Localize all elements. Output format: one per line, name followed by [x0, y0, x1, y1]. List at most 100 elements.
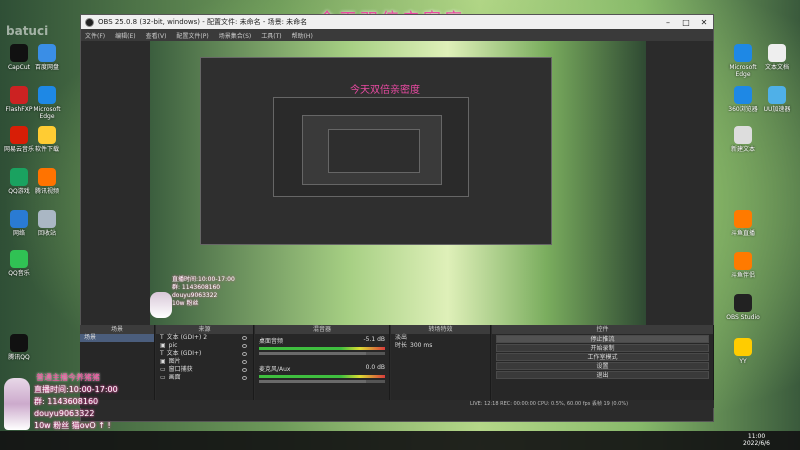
- desktop-icon-label: 回收站: [37, 230, 56, 237]
- desktop-icon-label: 网络: [12, 230, 25, 237]
- volume-slider[interactable]: [259, 352, 385, 355]
- image-source-icon: ▣: [160, 358, 166, 365]
- menu-view[interactable]: 查看(V): [146, 31, 167, 40]
- desktop-icon[interactable]: OBS Studio: [726, 294, 760, 321]
- desktop-icon-label: QQ音乐: [8, 270, 30, 277]
- desktop-icon-label: OBS Studio: [726, 314, 760, 321]
- settings-button[interactable]: 设置: [496, 362, 709, 370]
- menu-help[interactable]: 帮助(H): [292, 31, 313, 40]
- app-icon: [734, 294, 752, 312]
- taskbar: 11:00 2022/6/6: [0, 431, 800, 450]
- source-label: 文本 (GDI+): [166, 350, 202, 357]
- obs-window-title: OBS 25.0.8 (32-bit, windows) - 配置文件: 未命名…: [98, 18, 308, 26]
- track-db: 0.0 dB: [365, 364, 385, 371]
- desktop-icon-label: Microsoft Edge: [33, 106, 61, 120]
- desktop-icon[interactable]: 腾讯视频: [30, 168, 64, 195]
- stop-streaming-button[interactable]: 停止推流: [496, 335, 709, 343]
- overlay-line: 普通主播今养猪猪: [36, 373, 100, 382]
- mini-overlay-line: 直播时间:10:00-17:00: [172, 276, 235, 283]
- duration-label: 时长: [395, 342, 408, 349]
- source-item[interactable]: T 文本 (GDI+): [156, 350, 253, 358]
- desktop-icon-label: YY: [739, 358, 747, 365]
- desktop-icon[interactable]: Microsoft Edge: [726, 44, 760, 78]
- app-icon: [768, 86, 786, 104]
- desktop-icon-label: 新建文本: [730, 146, 755, 153]
- desktop-icon[interactable]: Microsoft Edge: [30, 86, 64, 120]
- app-icon: [734, 86, 752, 104]
- visibility-icon[interactable]: [242, 376, 247, 380]
- display-source-icon: ▭: [160, 374, 166, 381]
- desktop-icon[interactable]: 腾讯QQ: [2, 334, 36, 361]
- clock-time: 11:00: [747, 433, 766, 440]
- desktop-icon-label: 360浏览器: [728, 106, 758, 113]
- desktop-icon[interactable]: QQ音乐: [2, 250, 36, 277]
- source-label: 图片: [168, 358, 181, 365]
- source-item[interactable]: ▣ 图片: [156, 358, 253, 366]
- maximize-icon[interactable]: □: [677, 18, 695, 27]
- mini-anime-avatar: [150, 292, 172, 318]
- visibility-icon[interactable]: [242, 368, 247, 372]
- transition-duration[interactable]: 时长 300 ms: [391, 342, 490, 350]
- track-name: 桌面音频: [259, 338, 284, 345]
- watermark: batuci: [6, 24, 49, 38]
- window-source-icon: ▭: [160, 366, 166, 373]
- menu-profile[interactable]: 配置文件(P): [176, 31, 208, 40]
- app-icon: [734, 126, 752, 144]
- minimize-icon[interactable]: –: [659, 18, 677, 27]
- desktop-icon[interactable]: 回收站: [30, 210, 64, 237]
- app-icon: [10, 126, 28, 144]
- streamer-overlay: 普通主播今养猪猪 直播时间:10:00-17:00 群: 1143608160 …: [4, 372, 144, 432]
- menu-scene-collection[interactable]: 场景集合(S): [219, 31, 252, 40]
- studio-mode-button[interactable]: 工作室模式: [496, 353, 709, 361]
- mixer-dock: 混音器 桌面音频 -5.1 dB 麦克风/Aux 0.0 dB: [255, 325, 390, 400]
- desktop-icon[interactable]: 软件下载: [30, 126, 64, 153]
- exit-button[interactable]: 退出: [496, 371, 709, 379]
- mini-streamer-overlay: 直播时间:10:00-17:00 群: 1143608160 douyu9063…: [172, 276, 235, 308]
- scene-item[interactable]: 场景: [80, 334, 154, 342]
- desktop-icon[interactable]: 文本文档: [760, 44, 794, 71]
- menu-edit[interactable]: 编辑(E): [115, 31, 135, 40]
- visibility-icon[interactable]: [242, 352, 247, 356]
- menu-file[interactable]: 文件(F): [85, 31, 105, 40]
- visibility-icon[interactable]: [242, 360, 247, 364]
- desktop-icon-label: Microsoft Edge: [729, 64, 757, 78]
- obs-docks: 场景 场景 来源 T 文本 (GDI+) 2 ▣ pic T 文本 (GDI+) ▣ 图…: [80, 325, 714, 400]
- desktop-icon-label: FlashFXP: [5, 106, 33, 113]
- text-source-icon: T: [160, 334, 164, 341]
- app-icon: [734, 338, 752, 356]
- audio-meter: [259, 347, 385, 350]
- obs-statusbar: LIVE: 12:18 REC: 00:00:00 CPU: 0.5%, 60.…: [80, 400, 714, 408]
- visibility-icon[interactable]: [242, 344, 247, 348]
- overlay-line: douyu9063322: [34, 409, 95, 418]
- mixer-track-mic: 麦克风/Aux 0.0 dB: [259, 364, 385, 390]
- clock-date: 2022/6/6: [743, 440, 770, 447]
- mini-overlay-line: 群: 1143608160: [172, 284, 221, 291]
- obs-logo-icon: [85, 17, 94, 27]
- desktop-icon-label: 文本文档: [764, 64, 789, 71]
- visibility-icon[interactable]: [242, 336, 247, 340]
- desktop-icon[interactable]: 斗鱼伴侣: [726, 252, 760, 279]
- transition-select[interactable]: 淡出: [391, 334, 490, 342]
- app-icon: [38, 168, 56, 186]
- source-label: 文本 (GDI+) 2: [166, 334, 208, 341]
- source-item[interactable]: ▭ 画面: [156, 374, 253, 382]
- source-item[interactable]: T 文本 (GDI+) 2: [156, 334, 253, 342]
- desktop-icon[interactable]: UU加速器: [760, 86, 794, 113]
- menu-tools[interactable]: 工具(T): [261, 31, 281, 40]
- volume-slider[interactable]: [259, 380, 385, 383]
- taskbar-clock[interactable]: 11:00 2022/6/6: [743, 433, 770, 447]
- source-item[interactable]: ▣ pic: [156, 342, 253, 350]
- mixer-dock-title: 混音器: [255, 325, 389, 334]
- desktop-icon[interactable]: YY: [726, 338, 760, 365]
- close-icon[interactable]: ✕: [695, 18, 713, 27]
- desktop-icon-label: 软件下载: [34, 146, 59, 153]
- overlay-line: 直播时间:10:00-17:00: [34, 385, 118, 394]
- source-item[interactable]: ▭ 窗口捕获: [156, 366, 253, 374]
- desktop-icon-label: UU加速器: [763, 106, 791, 113]
- start-recording-button[interactable]: 开始录制: [496, 344, 709, 352]
- desktop-icon[interactable]: 新建文本: [726, 126, 760, 153]
- desktop-icon[interactable]: 360浏览器: [726, 86, 760, 113]
- desktop-icon[interactable]: 百度网盘: [30, 44, 64, 71]
- desktop-icon[interactable]: 斗鱼直播: [726, 210, 760, 237]
- source-label: 画面: [168, 374, 181, 381]
